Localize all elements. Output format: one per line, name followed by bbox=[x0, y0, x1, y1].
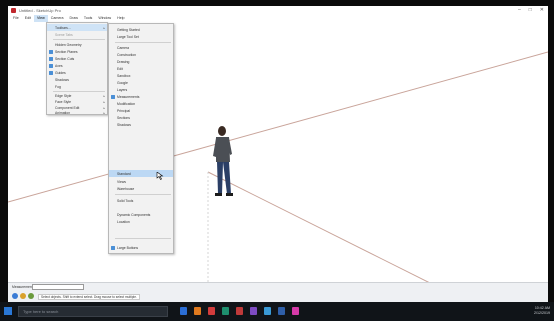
chrome-icon[interactable] bbox=[208, 307, 215, 315]
view-menu-item[interactable]: Section Cuts bbox=[47, 55, 107, 62]
view-menu-item[interactable]: Toolbars... ▸ bbox=[47, 24, 107, 31]
toolbars-item[interactable]: Large Buttons bbox=[109, 244, 173, 251]
view-menu-item[interactable]: Animation ▸ bbox=[47, 109, 107, 116]
check-icon bbox=[49, 63, 53, 68]
toolbars-item[interactable]: Dynamic Components bbox=[109, 211, 173, 218]
store-icon[interactable] bbox=[222, 307, 229, 315]
windows-taskbar: Type here to search 10:42 AM 2/12/2019 bbox=[0, 302, 554, 321]
toolbars-item[interactable]: Layers bbox=[109, 86, 173, 93]
toolbars-item[interactable]: Principal bbox=[109, 107, 173, 114]
toolbars-item[interactable]: Large Tool Set bbox=[109, 33, 173, 40]
toolbars-item[interactable]: Measurements bbox=[109, 93, 173, 100]
sketchup-taskbar-icon[interactable] bbox=[236, 307, 243, 315]
check-icon bbox=[49, 70, 53, 75]
menu-draw[interactable]: Draw bbox=[67, 15, 81, 22]
toolbars-item[interactable]: Edit bbox=[109, 65, 173, 72]
check-icon bbox=[111, 94, 115, 99]
view-menu-item[interactable]: Guides bbox=[47, 69, 107, 76]
credits-icon[interactable] bbox=[20, 293, 26, 299]
toolbars-item[interactable]: Drawing bbox=[109, 58, 173, 65]
measurements-input[interactable] bbox=[32, 284, 84, 290]
view-menu: Toolbars... ▸ Scene Tabs Hidden Geometry … bbox=[46, 22, 108, 115]
toolbars-item[interactable]: Solid Tools bbox=[109, 197, 173, 204]
menu-tools[interactable]: Tools bbox=[81, 15, 95, 22]
close-button[interactable]: ✕ bbox=[540, 7, 544, 13]
task-view-icon[interactable] bbox=[180, 307, 187, 315]
view-menu-item[interactable]: Scene Tabs bbox=[47, 31, 107, 38]
status-hint: Select objects. Shift to extend select. … bbox=[38, 294, 140, 300]
geo-location-icon[interactable] bbox=[12, 293, 18, 299]
view-menu-item[interactable]: Axes bbox=[47, 62, 107, 69]
menu-help[interactable]: Help bbox=[114, 15, 127, 22]
toolbars-item[interactable]: Location bbox=[109, 218, 173, 225]
title-bar: Untitled - SketchUp Pro – □ ✕ bbox=[8, 6, 548, 15]
search-placeholder: Type here to search bbox=[23, 309, 59, 314]
toolbars-item[interactable]: Warehouse bbox=[109, 185, 173, 192]
toolbars-item[interactable]: Google bbox=[109, 79, 173, 86]
menu-bar: File Edit View Camera Draw Tools Window … bbox=[8, 15, 548, 22]
app-icon[interactable] bbox=[292, 307, 299, 315]
help-icon[interactable] bbox=[28, 293, 34, 299]
menu-camera[interactable]: Camera bbox=[48, 15, 67, 22]
toolbars-item[interactable]: Camera bbox=[109, 44, 173, 51]
view-menu-item[interactable]: Section Planes bbox=[47, 48, 107, 55]
check-icon bbox=[49, 49, 53, 54]
view-menu-item[interactable]: Shadows bbox=[47, 76, 107, 83]
system-tray[interactable]: 10:42 AM 2/12/2019 bbox=[534, 306, 550, 316]
clock-date: 2/12/2019 bbox=[534, 311, 550, 315]
menu-edit[interactable]: Edit bbox=[22, 15, 34, 22]
minimize-button[interactable]: – bbox=[518, 7, 521, 13]
red-axis-line-2 bbox=[207, 171, 430, 282]
file-explorer-icon[interactable] bbox=[194, 307, 201, 315]
menu-file[interactable]: File bbox=[10, 15, 22, 22]
toolbars-item[interactable]: Getting Started bbox=[109, 26, 173, 33]
view-menu-item[interactable]: Hidden Geometry bbox=[47, 41, 107, 48]
toolbars-submenu: Getting Started Large Tool Set Camera Co… bbox=[108, 23, 174, 254]
sketchup-app-icon bbox=[11, 8, 16, 13]
toolbars-item[interactable]: Sections bbox=[109, 114, 173, 121]
menu-view[interactable]: View bbox=[34, 15, 48, 22]
window-controls: – □ ✕ bbox=[518, 7, 544, 13]
pointer-cursor-icon bbox=[156, 172, 164, 180]
toolbars-item[interactable]: Shadows bbox=[109, 121, 173, 128]
person-figure bbox=[213, 126, 233, 196]
check-icon bbox=[111, 245, 115, 250]
toolbars-item[interactable]: Sandbox bbox=[109, 72, 173, 79]
app-icon[interactable] bbox=[278, 307, 285, 315]
status-icons bbox=[12, 293, 34, 299]
toolbars-item[interactable]: Construction bbox=[109, 51, 173, 58]
taskbar-search[interactable]: Type here to search bbox=[18, 306, 168, 317]
view-menu-item[interactable]: Fog bbox=[47, 83, 107, 90]
app-icon[interactable] bbox=[250, 307, 257, 315]
app-icon[interactable] bbox=[264, 307, 271, 315]
status-bar: Measurements Select objects. Shift to ex… bbox=[8, 282, 548, 302]
maximize-button[interactable]: □ bbox=[529, 7, 532, 13]
window-title: Untitled - SketchUp Pro bbox=[19, 8, 61, 13]
check-icon bbox=[49, 56, 53, 61]
menu-window[interactable]: Window bbox=[95, 15, 114, 22]
toolbars-item[interactable]: Modification bbox=[109, 100, 173, 107]
windows-start-icon[interactable] bbox=[4, 307, 12, 315]
sketchup-window: Untitled - SketchUp Pro – □ ✕ File Edit … bbox=[8, 6, 548, 302]
